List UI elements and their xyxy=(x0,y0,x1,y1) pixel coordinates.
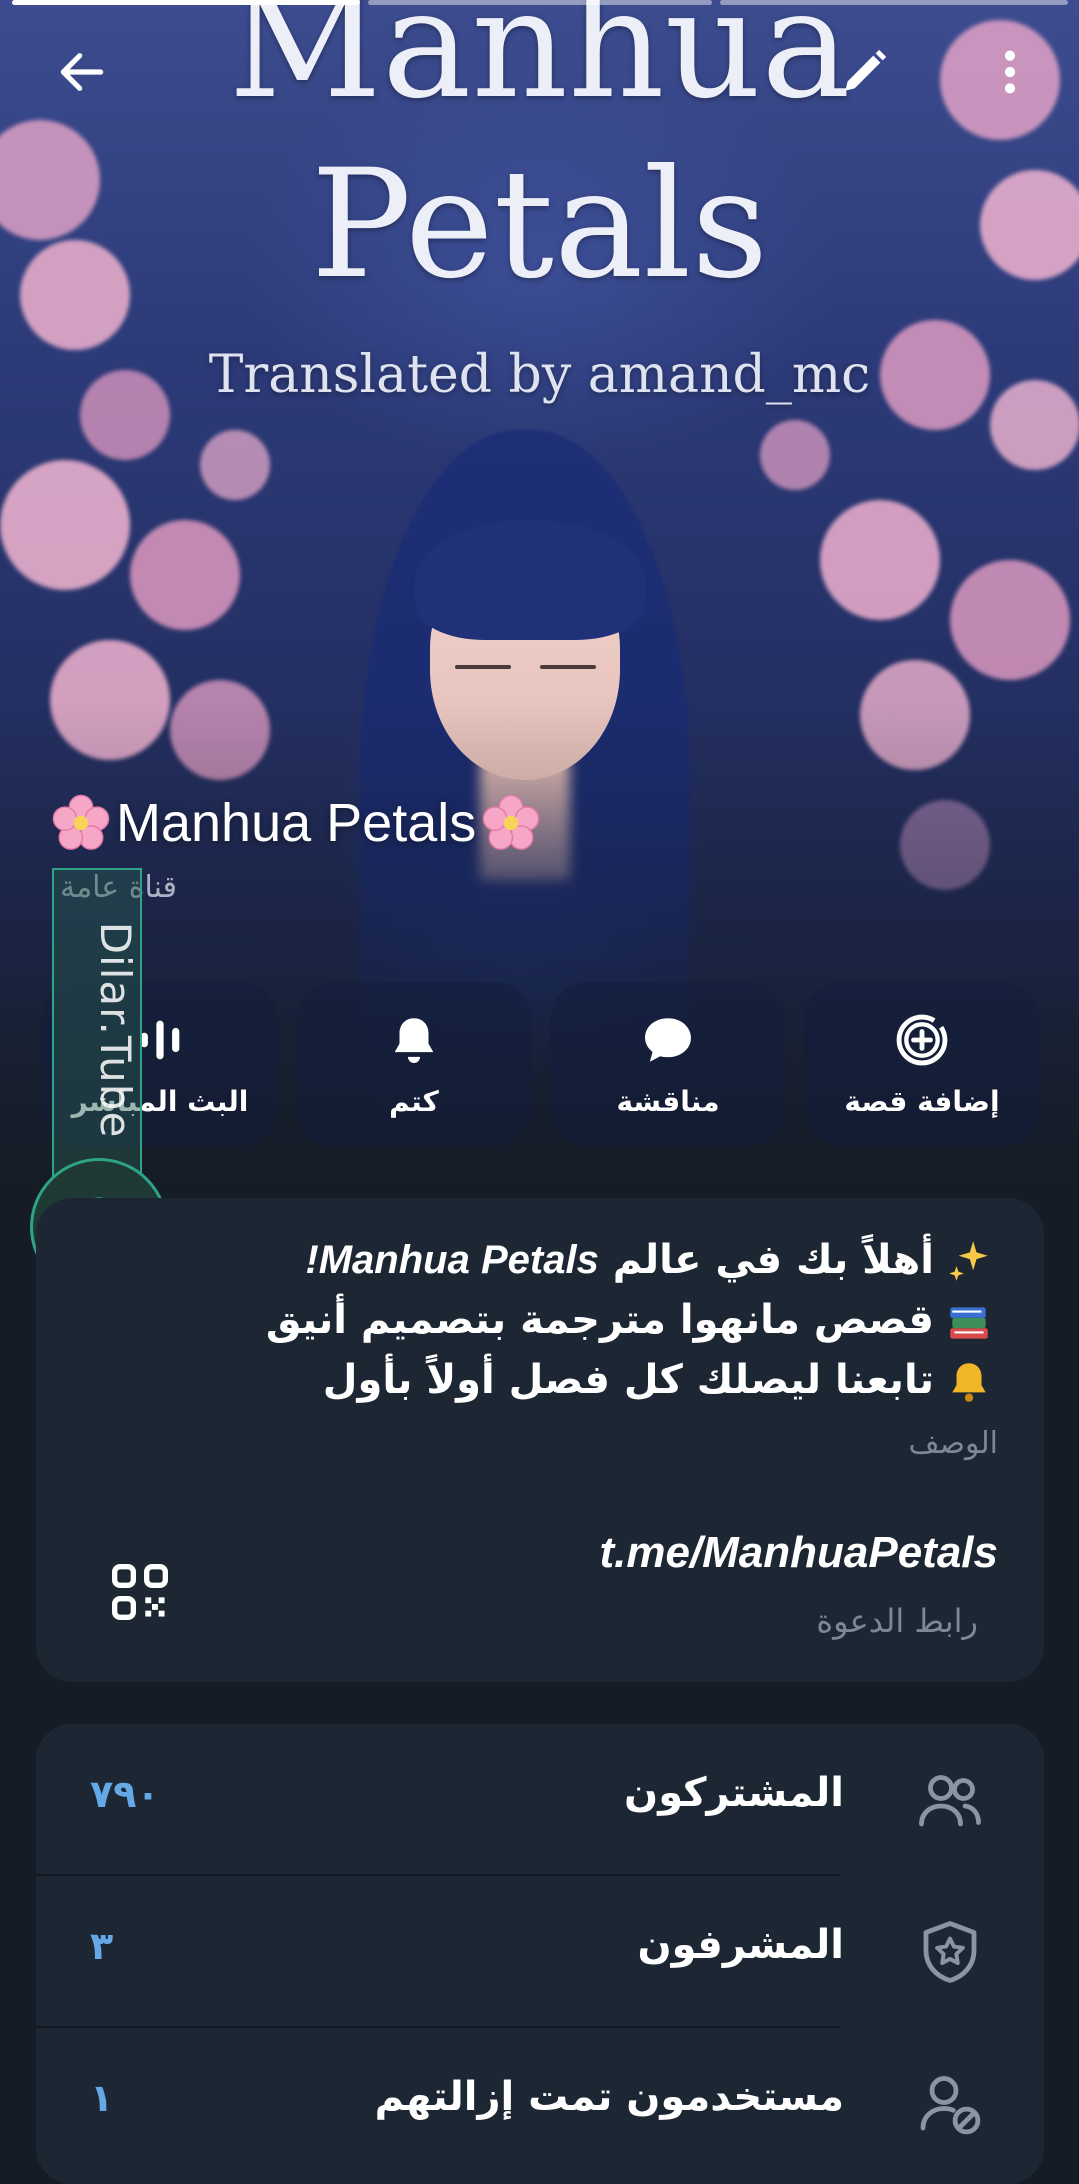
chat-bubble-icon xyxy=(645,1017,691,1062)
illustration-eye xyxy=(455,665,511,669)
mute-button[interactable]: كتم xyxy=(296,982,532,1146)
subscribers-count: ٧٩٠ xyxy=(90,1772,160,1816)
blossom-decoration xyxy=(760,420,830,490)
back-button[interactable] xyxy=(40,30,124,114)
admins-label: المشرفون xyxy=(637,1922,844,1968)
story-segment xyxy=(720,0,1068,5)
bell-emoji-icon xyxy=(952,1363,986,1402)
illustration-eye xyxy=(540,665,596,669)
channel-title: Manhua Petals xyxy=(52,790,540,856)
more-vertical-icon xyxy=(1004,50,1016,94)
blossom-decoration xyxy=(130,520,240,630)
illustration-bangs xyxy=(415,520,645,640)
description-line-3: تابعنا ليصلك كل فصل أولاً بأول xyxy=(323,1350,994,1410)
add-story-button[interactable]: إضافة قصة xyxy=(804,982,1040,1146)
channel-info-card: أهلاً بك في عالم Manhua Petals! قصص مانه… xyxy=(36,1198,1044,1682)
mute-label: كتم xyxy=(389,1084,439,1118)
story-progress xyxy=(0,0,1079,6)
discussion-button[interactable]: مناقشة xyxy=(550,982,786,1146)
description-label: الوصف xyxy=(908,1426,998,1461)
qr-code-icon[interactable] xyxy=(108,1560,172,1624)
removed-users-label: مستخدمون تمت إزالتهم xyxy=(374,2074,844,2120)
story-segment xyxy=(12,0,360,5)
subscribers-row[interactable]: المشتركون ٧٩٠ xyxy=(36,1724,1044,1874)
arrow-left-icon xyxy=(60,53,104,91)
admins-row[interactable]: المشرفون ٣ xyxy=(36,1876,1044,2026)
invite-link[interactable]: t.me/ManhuaPetals xyxy=(599,1528,998,1578)
cover-title-line2: Petals xyxy=(310,138,769,312)
invite-link-label: رابط الدعوة xyxy=(816,1602,978,1640)
add-story-icon xyxy=(896,1014,948,1065)
story-segment xyxy=(368,0,712,5)
channel-stats-card: المشتركون ٧٩٠ المشرفون ٣ مستخدمون تمت إز… xyxy=(36,1724,1044,2184)
subscribers-label: المشتركون xyxy=(624,1770,844,1816)
brand-name: Manhua Petals! xyxy=(305,1238,599,1282)
more-options-button[interactable] xyxy=(968,30,1052,114)
admins-count: ٣ xyxy=(90,1924,114,1968)
description-line-1: أهلاً بك في عالم Manhua Petals! xyxy=(305,1230,994,1290)
edit-button[interactable] xyxy=(822,30,906,114)
bell-icon xyxy=(394,1017,434,1063)
blossom-decoration xyxy=(820,500,940,620)
books-icon xyxy=(950,1307,988,1339)
admins-shield-icon xyxy=(923,1921,977,1983)
discussion-label: مناقشة xyxy=(616,1084,720,1118)
blossom-decoration xyxy=(950,560,1070,680)
cherry-blossom-icon xyxy=(52,794,110,850)
description-line-2: قصص مانهوا مترجمة بتصميم أنيق xyxy=(266,1290,994,1350)
channel-name: Manhua Petals xyxy=(116,793,477,853)
pencil-icon xyxy=(845,49,887,91)
subscribers-icon xyxy=(919,1775,981,1827)
removed-users-row[interactable]: مستخدمون تمت إزالتهم ١ xyxy=(36,2028,1044,2178)
cover-title-line1: Manhua xyxy=(228,0,851,132)
cover-subtitle: Translated by amand_mc xyxy=(208,345,871,405)
sparkles-icon xyxy=(949,1241,988,1281)
channel-actions: إضافة قصة مناقشة كتم البث المباشر xyxy=(40,982,1040,1146)
add-story-label: إضافة قصة xyxy=(844,1084,1000,1118)
watermark-text: Dilar.Tube xyxy=(91,921,140,1139)
blossom-decoration xyxy=(0,460,130,590)
removed-users-count: ١ xyxy=(90,2076,114,2120)
removed-users-icon xyxy=(920,2076,981,2135)
blossom-decoration xyxy=(200,430,270,500)
cherry-blossom-icon xyxy=(482,794,540,850)
